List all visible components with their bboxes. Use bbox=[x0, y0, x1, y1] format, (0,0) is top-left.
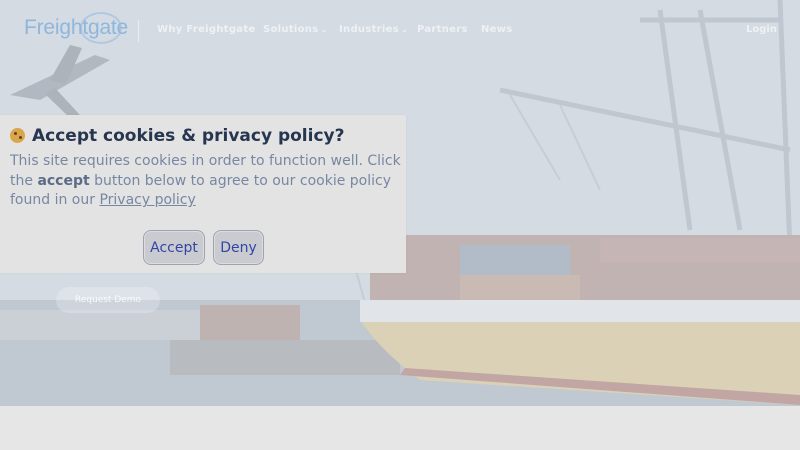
request-demo-button[interactable]: Request Demo bbox=[56, 287, 160, 313]
privacy-policy-link[interactable]: Privacy policy bbox=[99, 192, 195, 208]
deny-button[interactable]: Deny bbox=[213, 230, 264, 265]
accept-button[interactable]: Accept bbox=[143, 230, 205, 265]
nav-item-partners[interactable]: Partners bbox=[417, 24, 468, 35]
chevron-down-icon: ⌄ bbox=[320, 25, 328, 34]
site-header: Freightgate Why Freightgate Solutions ⌄ I… bbox=[0, 0, 800, 62]
freightgate-logo[interactable]: Freightgate bbox=[24, 12, 128, 44]
nav-item-news[interactable]: News bbox=[481, 24, 513, 35]
logo-text: Freightgate bbox=[24, 16, 129, 39]
nav-item-solutions[interactable]: Solutions ⌄ bbox=[263, 24, 327, 35]
cookie-dialog-title: Accept cookies & privacy policy? bbox=[10, 126, 344, 146]
cookie-dialog-text: This site requires cookies in order to f… bbox=[10, 153, 401, 209]
nav-divider bbox=[138, 20, 139, 42]
page-background bbox=[0, 406, 800, 450]
chevron-down-icon: ⌄ bbox=[400, 25, 408, 34]
nav-item-industries[interactable]: Industries ⌄ bbox=[339, 24, 408, 35]
accept-emphasis: accept bbox=[37, 172, 90, 189]
login-link[interactable]: Login bbox=[746, 24, 777, 35]
nav-item-why-freightgate[interactable]: Why Freightgate bbox=[157, 24, 256, 35]
cookie-icon bbox=[10, 128, 25, 143]
